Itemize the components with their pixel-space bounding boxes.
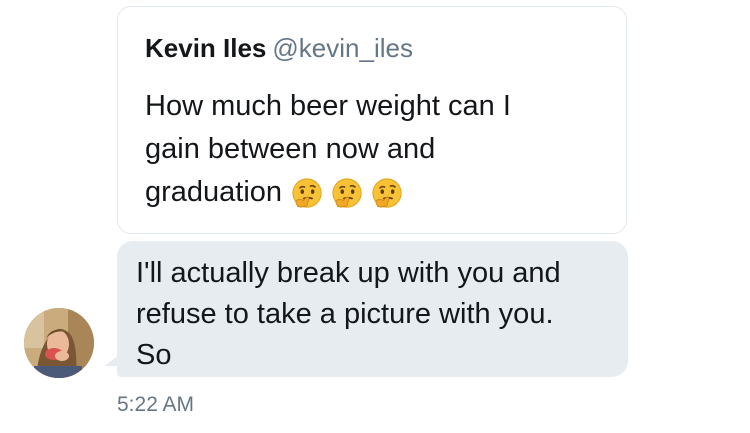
emoji-group <box>290 172 410 215</box>
thinking-face-icon <box>332 178 362 208</box>
message-line: So <box>136 339 172 371</box>
quoted-tweet-card[interactable]: Kevin Iles @kevin_iles How much beer weig… <box>117 6 627 234</box>
avatar-photo <box>24 308 94 378</box>
quoted-tweet-line: graduation <box>145 171 605 215</box>
quoted-tweet-line-text: graduation <box>145 176 283 208</box>
thinking-face-icon <box>292 178 322 208</box>
quoted-tweet-line: How much beer weight can I <box>145 90 511 122</box>
message-bubble-tail <box>104 356 118 366</box>
quoted-tweet-author-name[interactable]: Kevin Iles <box>145 33 266 63</box>
quoted-tweet-line: gain between now and <box>145 133 436 165</box>
direct-message-view: Kevin Iles @kevin_iles How much beer weig… <box>0 0 750 433</box>
quoted-tweet-text: How much beer weight can I gain between … <box>145 85 605 215</box>
message-line: refuse to take a picture with you. <box>136 298 554 330</box>
message-text: I'll actually break up with you and refu… <box>136 253 616 376</box>
message-line: I'll actually break up with you and <box>136 257 561 289</box>
thinking-face-icon <box>372 178 402 208</box>
message-bubble[interactable]: I'll actually break up with you and refu… <box>117 241 628 377</box>
avatar[interactable] <box>24 308 94 378</box>
quoted-tweet-author-handle[interactable]: @kevin_iles <box>272 33 413 63</box>
message-timestamp: 5:22 AM <box>117 393 195 416</box>
quoted-tweet-header: Kevin Iles @kevin_iles <box>145 33 413 63</box>
